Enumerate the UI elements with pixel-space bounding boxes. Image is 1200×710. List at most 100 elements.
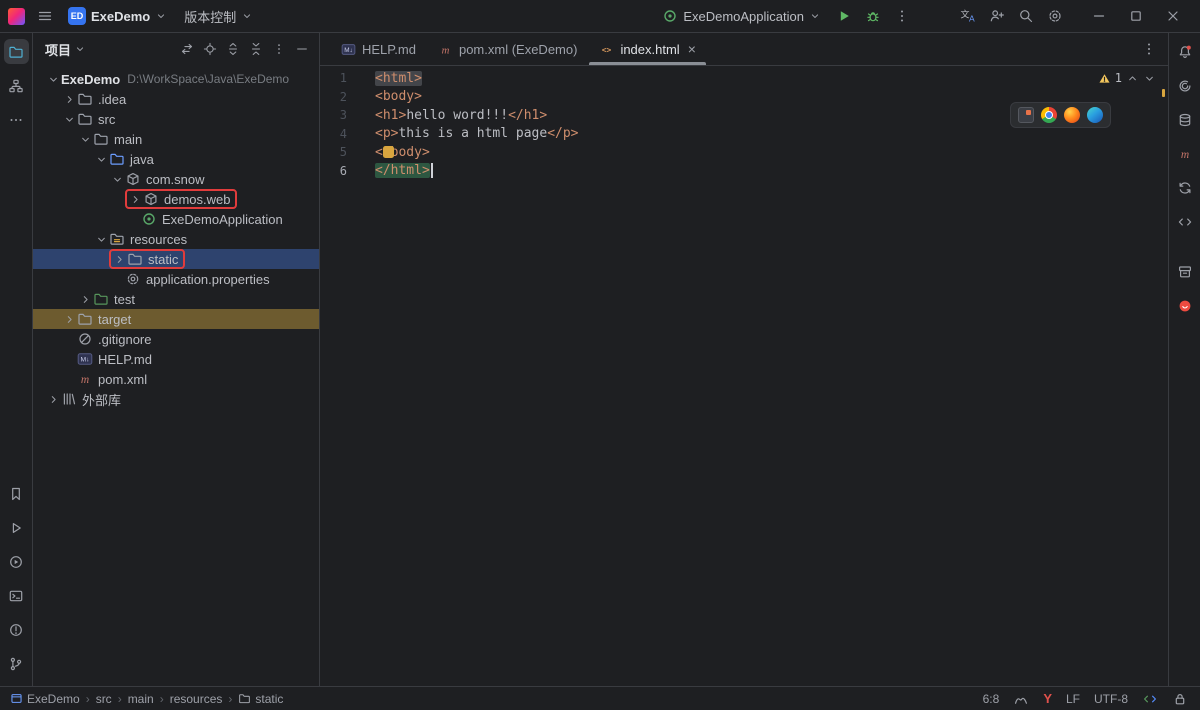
close-button[interactable] [1156, 3, 1190, 29]
edge-icon[interactable] [1087, 107, 1103, 123]
locate-icon[interactable] [199, 38, 221, 60]
tree-item-static[interactable]: static [33, 249, 319, 269]
close-tab-icon[interactable]: × [688, 42, 696, 56]
file-encoding[interactable]: UTF-8 [1094, 692, 1128, 706]
hide-icon[interactable] [291, 38, 313, 60]
maven-icon[interactable]: m [1172, 141, 1197, 166]
tree-item-java[interactable]: java [33, 149, 319, 169]
tree-item-application-properties[interactable]: application.properties [33, 269, 319, 289]
tree-item-idea[interactable]: .idea [33, 89, 319, 109]
project-selector[interactable]: ED ExeDemo [61, 4, 174, 28]
breadcrumb-item-resources[interactable]: resources [170, 692, 223, 706]
tree-item-src[interactable]: src [33, 109, 319, 129]
breadcrumb-item-exedemo[interactable]: ExeDemo [10, 692, 80, 706]
endpoints-icon[interactable] [1172, 209, 1197, 234]
chevron-right-icon[interactable] [61, 91, 77, 107]
chevron-right-icon[interactable] [61, 311, 77, 327]
tree-item-main[interactable]: main [33, 129, 319, 149]
line-number[interactable]: 5 [320, 145, 347, 159]
spring-icon[interactable] [1172, 73, 1197, 98]
bookmarks-icon[interactable] [4, 481, 29, 506]
code-with-me-icon[interactable] [984, 3, 1010, 29]
tree-item-external-libraries[interactable]: 外部库 [33, 389, 319, 409]
collapse-all-icon[interactable] [245, 38, 267, 60]
lock-icon[interactable] [1172, 691, 1188, 707]
breadcrumb-item-src[interactable]: src [96, 692, 112, 706]
tree-item-exedemoapplication[interactable]: ExeDemoApplication [33, 209, 319, 229]
tab-pom-xml-exedemo[interactable]: mpom.xml (ExeDemo) [427, 33, 588, 65]
code-style-icon[interactable] [1142, 691, 1158, 707]
red-plugin-icon[interactable] [1172, 293, 1197, 318]
breadcrumb-item-main[interactable]: main [128, 692, 154, 706]
more-actions-icon[interactable] [889, 3, 915, 29]
camel-icon[interactable] [1013, 691, 1029, 707]
previous-issue-icon[interactable] [1126, 72, 1139, 85]
tree-item-label: application.properties [146, 272, 270, 287]
line-separator[interactable]: LF [1066, 692, 1080, 706]
line-number[interactable]: 2 [320, 90, 347, 104]
tree-item-resources[interactable]: resources [33, 229, 319, 249]
chevron-down-icon[interactable] [93, 231, 109, 247]
builtin-browser-icon[interactable] [1018, 107, 1034, 123]
maximize-button[interactable] [1119, 3, 1153, 29]
tree-item-com-snow[interactable]: com.snow [33, 169, 319, 189]
project-panel-title[interactable]: 项目 [45, 40, 86, 59]
chevron-right-icon[interactable] [127, 191, 143, 207]
run-configuration-selector[interactable]: ExeDemoApplication [655, 5, 828, 27]
chevron-right-icon[interactable] [111, 251, 127, 267]
structure-icon[interactable] [4, 73, 29, 98]
youtrack-icon[interactable]: Y [1043, 691, 1052, 706]
chevron-down-icon[interactable] [77, 131, 93, 147]
cursor-position[interactable]: 6:8 [983, 692, 1000, 706]
terminal-icon[interactable] [4, 583, 29, 608]
build-artifacts-icon[interactable] [1172, 259, 1197, 284]
breadcrumb-item-static[interactable]: static [238, 692, 283, 706]
tree-item-pom-xml[interactable]: mpom.xml [33, 369, 319, 389]
scrollbar-warning-mark[interactable] [1162, 89, 1165, 97]
chevron-down-icon[interactable] [109, 171, 125, 187]
inspections-widget[interactable]: 1 [1098, 71, 1156, 85]
search-everywhere-icon[interactable] [1013, 3, 1039, 29]
settings-icon[interactable] [1042, 3, 1068, 29]
editor-options-icon[interactable] [1136, 36, 1162, 62]
line-number[interactable]: 3 [320, 108, 347, 122]
scroll-from-source-icon[interactable] [176, 38, 198, 60]
minimize-button[interactable] [1082, 3, 1116, 29]
vcs-widget[interactable]: 版本控制 [177, 4, 260, 29]
tree-item-gitignore[interactable]: .gitignore [33, 329, 319, 349]
next-issue-icon[interactable] [1143, 72, 1156, 85]
debug-button[interactable] [860, 3, 886, 29]
project-icon[interactable] [4, 39, 29, 64]
chrome-icon[interactable] [1041, 107, 1057, 123]
tree-item-exedemo-root[interactable]: ExeDemoD:\WorkSpace\Java\ExeDemo [33, 69, 319, 89]
tab-index-html[interactable]: <>index.html× [588, 33, 706, 65]
notifications-icon[interactable] [1172, 39, 1197, 64]
run-icon[interactable] [4, 515, 29, 540]
problems-icon[interactable] [4, 617, 29, 642]
version-control-icon[interactable] [4, 651, 29, 676]
expand-all-icon[interactable] [222, 38, 244, 60]
tab-help-md[interactable]: M↓HELP.md [330, 33, 427, 65]
tree-item-test[interactable]: test [33, 289, 319, 309]
chevron-right-icon[interactable] [45, 391, 61, 407]
tree-item-target[interactable]: target [33, 309, 319, 329]
tree-item-help-md[interactable]: M↓HELP.md [33, 349, 319, 369]
chevron-right-icon[interactable] [77, 291, 93, 307]
chevron-down-icon[interactable] [45, 71, 61, 87]
hamburger-menu-icon[interactable] [32, 3, 58, 29]
dependency-analyzer-icon[interactable] [1172, 175, 1197, 200]
chevron-down-icon[interactable] [93, 151, 109, 167]
translate-icon[interactable]: 文A [955, 3, 981, 29]
more-tools-icon[interactable] [4, 107, 29, 132]
services-icon[interactable] [4, 549, 29, 574]
database-icon[interactable] [1172, 107, 1197, 132]
run-button[interactable] [831, 3, 857, 29]
firefox-icon[interactable] [1064, 107, 1080, 123]
line-number[interactable]: 4 [320, 127, 347, 141]
more-vertical-icon[interactable] [268, 38, 290, 60]
tree-item-demos-web[interactable]: demos.web [33, 189, 319, 209]
line-number[interactable]: 1 [320, 71, 347, 85]
chevron-down-icon[interactable] [61, 111, 77, 127]
code-editor[interactable]: 1 1<html>2<body>3<h1>hello word!!!</h1>4… [320, 66, 1168, 686]
line-number[interactable]: 6 [320, 164, 347, 178]
